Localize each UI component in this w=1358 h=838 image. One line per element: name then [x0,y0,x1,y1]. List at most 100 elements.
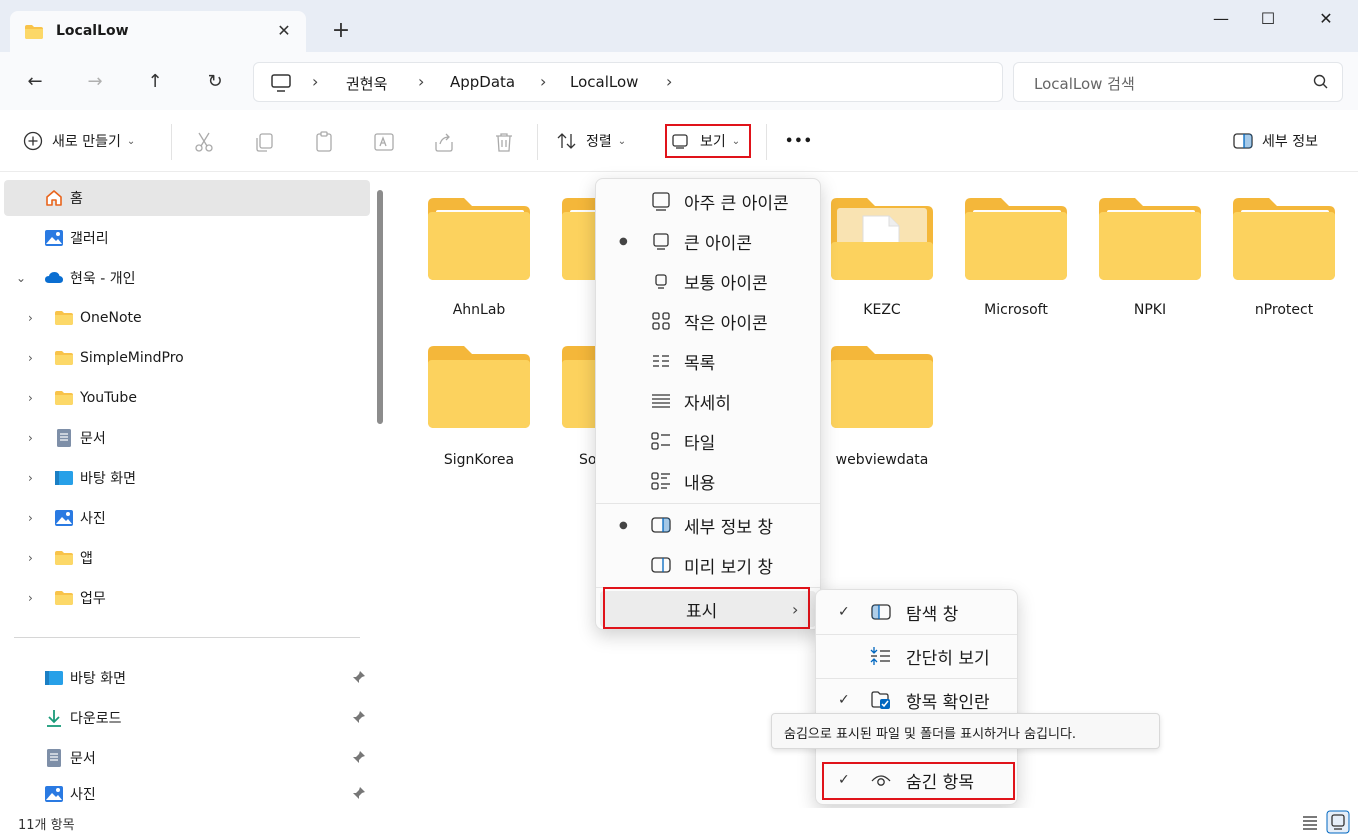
sort-button[interactable]: 정렬 ⌄ [556,128,626,154]
sidebar-item-label: 바탕 화면 [80,471,136,487]
share-icon[interactable] [432,130,456,154]
chevron-right-icon[interactable]: › [28,511,33,525]
menu-item-navigation-pane[interactable]: ✓ 탐색 창 [820,594,1014,630]
menu-item-large-icons[interactable]: ● 큰 아이콘 [600,223,816,259]
breadcrumb-appdata[interactable]: AppData [450,73,515,91]
quick-access-documents[interactable]: 문서 [4,740,370,776]
back-button[interactable]: ← [19,66,51,98]
command-bar: 새로 만들기 ⌄ 정렬 ⌄ 보기 ⌄ ••• 세부 정보 [0,110,1358,172]
paste-icon[interactable] [312,130,336,154]
breadcrumb-user[interactable]: 권현욱 [346,73,387,94]
hidden-items-tooltip: 숨김으로 표시된 파일 및 폴더를 표시하거나 숨깁니다. [771,713,1160,749]
divider [537,124,538,160]
folder-icon [55,311,73,325]
menu-item-compact-view[interactable]: 간단히 보기 [820,638,1014,674]
divider [171,124,172,160]
sidebar-item-label: 사진 [80,511,106,527]
sidebar-item-documents[interactable]: › 문서 [4,420,370,456]
more-options-button[interactable]: ••• [785,128,813,154]
details-pane-button[interactable]: 세부 정보 [1232,128,1318,154]
sidebar-item-gallery[interactable]: 갤러리 [4,220,370,256]
pin-icon[interactable] [352,750,366,767]
tab-title: LocalLow [56,23,129,39]
folder-item-webviewdata[interactable]: webviewdata [822,342,942,482]
extra-large-icons-icon [652,192,670,211]
menu-item-content[interactable]: 내용 [600,463,816,499]
menu-item-medium-icons[interactable]: 보통 아이콘 [600,263,816,299]
details-view-toggle-icon[interactable] [1298,810,1322,834]
chevron-right-icon[interactable]: › [28,471,33,485]
pin-icon[interactable] [352,786,366,803]
sidebar-item-youtube[interactable]: › YouTube [4,380,370,416]
desktop-icon [55,471,73,485]
chevron-right-icon[interactable]: › [28,351,33,365]
large-icons-view-toggle-icon[interactable] [1326,810,1350,834]
address-bar[interactable]: › 권현욱 › AppData › LocalLow › [253,62,1003,102]
sidebar-item-label: YouTube [80,390,137,406]
pin-icon[interactable] [352,710,366,727]
chevron-right-icon[interactable]: › [28,431,33,445]
chevron-down-icon[interactable]: ⌄ [16,271,26,285]
quick-access-desktop[interactable]: 바탕 화면 [4,660,370,696]
maximize-button[interactable]: ☐ [1245,4,1291,34]
chevron-right-icon[interactable]: › [28,311,33,325]
sidebar-item-desktop[interactable]: › 바탕 화면 [4,460,370,496]
folder-item-npki[interactable]: NPKI [1090,194,1210,334]
sidebar-item-pictures[interactable]: › 사진 [4,500,370,536]
tab-locallow[interactable]: LocalLow ✕ [10,11,306,53]
close-tab-icon[interactable]: ✕ [272,19,296,43]
new-tab-button[interactable]: + [326,16,356,46]
close-window-button[interactable]: ✕ [1303,4,1349,34]
folder-item-ahnlab[interactable]: AhnLab [419,194,539,334]
breadcrumb-separator: › [312,72,319,91]
chevron-right-icon[interactable]: › [28,391,33,405]
quick-access-downloads[interactable]: 다운로드 [4,700,370,736]
copy-icon[interactable] [252,130,276,154]
refresh-button[interactable]: ↻ [199,66,231,98]
sidebar-item-onenote[interactable]: › OneNote [4,300,370,336]
menu-item-small-icons[interactable]: 작은 아이콘 [600,303,816,339]
folder-item-nprotect[interactable]: nProtect [1224,194,1344,334]
new-button[interactable]: 새로 만들기 ⌄ [22,128,135,154]
search-icon [1313,74,1328,89]
sidebar-item-onedrive[interactable]: ⌄ 현욱 - 개인 [4,260,370,296]
chevron-right-icon[interactable]: › [28,551,33,565]
minimize-button[interactable]: — [1198,4,1244,34]
menu-item-list[interactable]: 목록 [600,343,816,379]
file-name: KEZC [863,302,901,318]
folder-icon [25,25,43,39]
menu-item-preview-pane[interactable]: 미리 보기 창 [600,547,816,583]
search-input[interactable]: LocalLow 검색 [1013,62,1343,102]
folder-item-kezc[interactable]: KEZC [822,194,942,334]
divider [766,124,767,160]
breadcrumb-locallow[interactable]: LocalLow [570,73,638,91]
folder-item-microsoft[interactable]: Microsoft [956,194,1076,334]
menu-item-details-pane[interactable]: ● 세부 정보 창 [600,507,816,543]
sidebar-item-home[interactable]: 홈 [4,180,370,216]
rename-icon[interactable] [372,130,396,154]
menu-item-label: 작은 아이콘 [684,313,768,334]
sidebar-item-apps[interactable]: › 앱 [4,540,370,576]
navigation-pane-icon [871,604,891,620]
sidebar-item-work[interactable]: › 업무 [4,580,370,616]
delete-icon[interactable] [492,130,516,154]
forward-button[interactable]: → [79,66,111,98]
breadcrumb-separator: › [540,72,547,91]
sidebar-item-simplemindpro[interactable]: › SimpleMindPro [4,340,370,376]
list-view-icon [653,355,669,367]
menu-item-details[interactable]: 자세히 [600,383,816,419]
cut-icon[interactable] [192,130,216,154]
folder-item-signkorea[interactable]: SignKorea [419,342,539,482]
folder-icon [428,198,530,280]
chevron-down-icon: ⌄ [126,135,136,147]
menu-item-tiles[interactable]: 타일 [600,423,816,459]
chevron-right-icon[interactable]: › [28,591,33,605]
menu-item-label: 큰 아이콘 [684,233,752,254]
menu-item-extra-large-icons[interactable]: 아주 큰 아이콘 [600,183,816,219]
up-button[interactable]: ↑ [139,66,171,98]
sidebar-scrollbar[interactable] [377,190,383,424]
quick-access-pictures[interactable]: 사진 [4,780,370,808]
folder-item-so[interactable]: So [553,342,595,482]
pin-icon[interactable] [352,670,366,687]
menu-item-label: 타일 [684,433,716,454]
